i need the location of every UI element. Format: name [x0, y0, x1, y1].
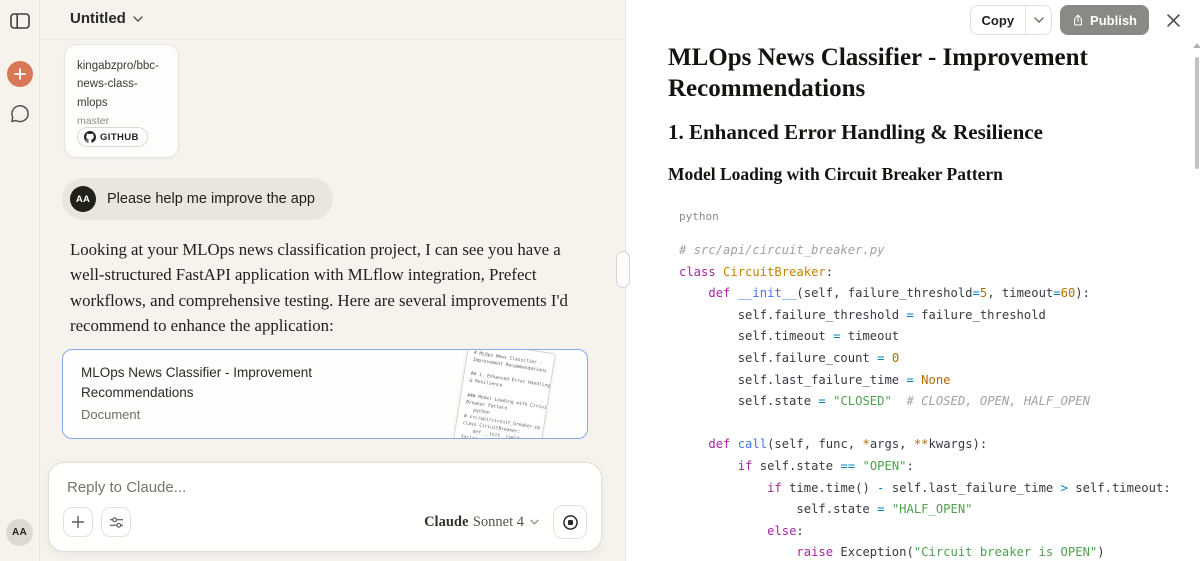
code-line: def call(self, func, *args, **kwargs): — [679, 434, 1179, 456]
sidebar-toggle-icon[interactable] — [9, 12, 31, 30]
chevron-down-icon — [1034, 17, 1044, 23]
share-icon — [1072, 13, 1084, 27]
publish-label: Publish — [1090, 13, 1137, 28]
voice-input-button[interactable] — [553, 505, 587, 539]
composer-toolbar: Claude Sonnet 4 — [63, 505, 587, 539]
chevron-down-icon — [530, 519, 539, 525]
reply-composer: Reply to Claude... Claude Sonnet 4 — [48, 462, 602, 552]
copy-button[interactable]: Copy — [971, 6, 1026, 34]
artifact-scroll-up-arrow[interactable] — [1193, 43, 1200, 48]
left-rail: AA — [0, 0, 40, 561]
artifact-card-type: Document — [81, 407, 140, 422]
conversation-title-dropdown[interactable]: Untitled — [70, 10, 143, 27]
app-window: AA Untitled kingabzpro/bbc-news-class-ml… — [0, 0, 1200, 561]
tools-button[interactable] — [101, 507, 131, 537]
new-chat-button[interactable] — [7, 61, 33, 87]
artifact-panel: Copy Publish MLOps News Classifier - Imp… — [625, 0, 1200, 561]
github-badge-label: GITHUB — [100, 132, 139, 143]
code-line: self.timeout = timeout — [679, 326, 1179, 348]
attach-button[interactable] — [63, 507, 93, 537]
code-line: self.last_failure_time = None — [679, 370, 1179, 392]
code-language-label: python — [679, 210, 719, 223]
panel-resize-handle[interactable] — [616, 251, 630, 288]
code-line: else: — [679, 521, 1179, 543]
close-artifact-button[interactable] — [1159, 6, 1187, 34]
chevron-down-icon — [133, 16, 143, 22]
user-message-bubble: AA Please help me improve the app — [62, 178, 333, 220]
record-icon — [562, 514, 579, 531]
code-line: if time.time() - self.last_failure_time … — [679, 478, 1179, 500]
chat-panel: Untitled kingabzpro/bbc-news-class-mlops… — [40, 0, 625, 561]
sliders-icon — [109, 516, 124, 529]
conversation-title: Untitled — [70, 10, 126, 27]
artifact-thumbnail: # MLOps News Classifier -Improvement Rec… — [450, 349, 556, 439]
code-line: self.failure_count = 0 — [679, 348, 1179, 370]
artifact-preview-card[interactable]: MLOps News Classifier - Improvement Reco… — [62, 349, 588, 439]
code-line: raise Exception("Circuit breaker is OPEN… — [679, 542, 1179, 561]
document-heading2: 1. Enhanced Error Handling & Resilience — [668, 120, 1043, 145]
code-line: self.failure_threshold = failure_thresho… — [679, 305, 1179, 327]
code-line: def __init__(self, failure_threshold=5, … — [679, 283, 1179, 305]
github-badge: GITHUB — [77, 127, 148, 147]
header-divider — [40, 39, 625, 40]
user-avatar: AA — [70, 186, 96, 212]
publish-button[interactable]: Publish — [1060, 5, 1149, 35]
code-line: if self.state == "OPEN": — [679, 456, 1179, 478]
plus-icon — [71, 515, 85, 529]
user-message-text: Please help me improve the app — [107, 191, 315, 207]
copy-options-button[interactable] — [1025, 6, 1051, 34]
github-repo-name: kingabzpro/bbc-news-class-mlops — [77, 57, 167, 112]
assistant-response-text: Looking at your MLOps news classificatio… — [70, 237, 594, 339]
chats-icon[interactable] — [9, 103, 31, 125]
model-variant: Sonnet 4 — [473, 514, 524, 530]
user-account-avatar[interactable]: AA — [6, 519, 33, 546]
copy-split-button: Copy — [970, 5, 1053, 35]
github-icon — [84, 131, 96, 143]
code-line: self.state = "CLOSED" # CLOSED, OPEN, HA… — [679, 391, 1179, 413]
code-line: class CircuitBreaker: — [679, 262, 1179, 284]
close-icon — [1167, 14, 1180, 27]
document-heading3: Model Loading with Circuit Breaker Patte… — [668, 164, 1003, 185]
code-line: # src/api/circuit_breaker.py — [679, 240, 1179, 262]
model-name: Claude — [424, 514, 468, 530]
document-title: MLOps News Classifier - Improvement Reco… — [668, 42, 1148, 104]
github-repo-card[interactable]: kingabzpro/bbc-news-class-mlops master G… — [64, 44, 179, 158]
github-branch-label: master — [77, 115, 167, 127]
code-line — [679, 413, 1179, 435]
reply-input[interactable]: Reply to Claude... — [67, 479, 585, 496]
artifact-scrollbar[interactable] — [1195, 57, 1199, 169]
artifact-toolbar: Copy Publish — [970, 5, 1187, 35]
model-selector[interactable]: Claude Sonnet 4 — [424, 513, 539, 531]
code-block: # src/api/circuit_breaker.pyclass Circui… — [679, 240, 1179, 561]
user-message-row: AA Please help me improve the app — [62, 178, 333, 220]
code-line: self.state = "HALF_OPEN" — [679, 499, 1179, 521]
artifact-card-title: MLOps News Classifier - Improvement Reco… — [81, 363, 361, 402]
